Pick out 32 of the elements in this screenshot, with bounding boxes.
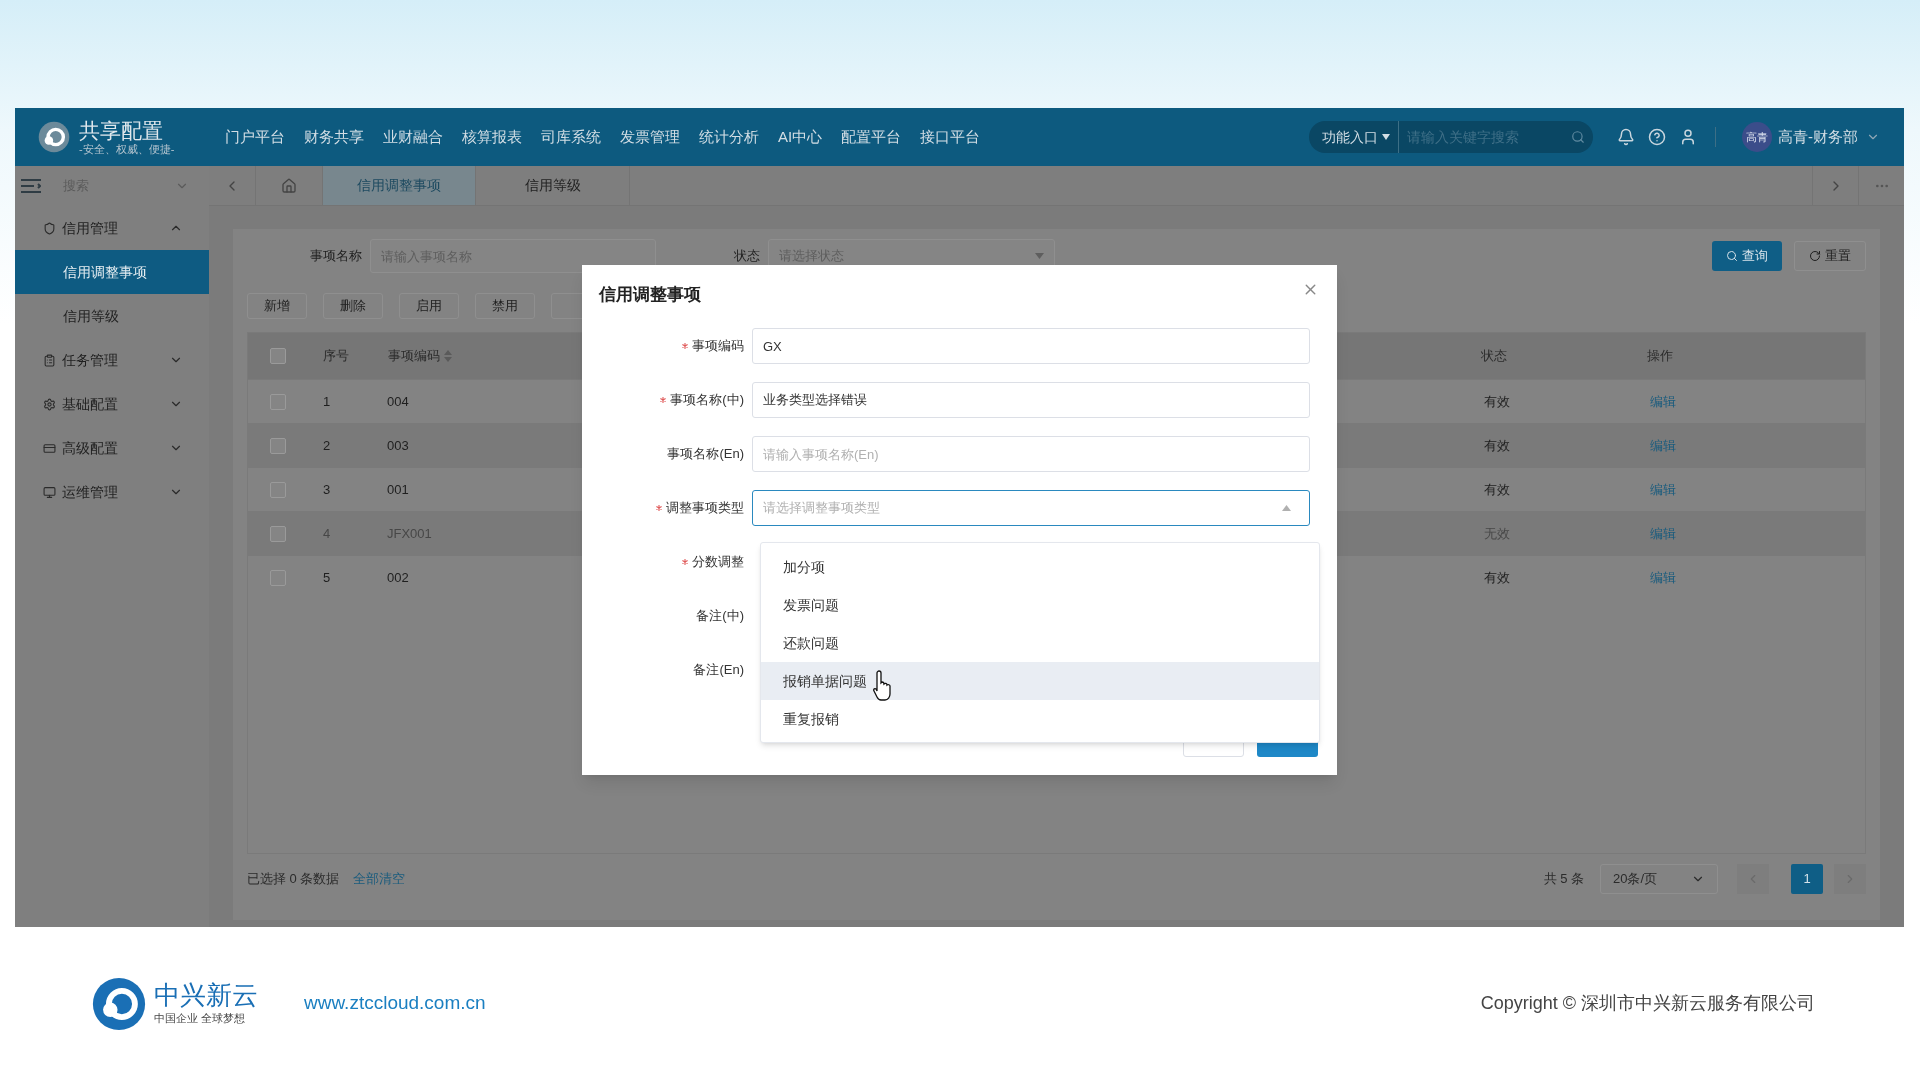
app-slogan: -安全、权威、便捷-: [79, 142, 175, 156]
table-cell: 001: [387, 481, 409, 497]
total-count: 共 5 条: [1543, 870, 1584, 889]
field-label: 事项名称(中): [670, 391, 744, 410]
table-cell-text: 有效: [1483, 392, 1511, 411]
table-cell-text: 有效: [1483, 480, 1511, 499]
app-title: 共享配置: [79, 118, 164, 143]
selection-count: 已选择 0 条数据: [247, 870, 340, 889]
column-header: 操作: [1646, 347, 1674, 366]
field-label: 备注(中): [696, 607, 744, 626]
table-cell-text: 1: [322, 392, 332, 411]
table-cell: 003: [387, 437, 409, 453]
brand-name: 中兴新云: [154, 980, 258, 1011]
field-label: 事项名称(En): [667, 445, 744, 464]
field-label: 状态: [733, 247, 761, 266]
brand-slogan: 中国企业 全球梦想: [154, 1011, 247, 1027]
field-label: 调整事项类型: [666, 499, 744, 518]
table-cell: 002: [387, 569, 409, 585]
table-cell-text: 3: [322, 480, 332, 499]
dialog-title: 信用调整事项: [599, 284, 701, 307]
table-cell-text: 有效: [1483, 436, 1511, 455]
table-cell-text: 2: [322, 436, 332, 455]
field-label: 事项编码: [692, 337, 744, 356]
column-header: 序号: [322, 347, 350, 366]
column-header: 状态: [1480, 347, 1508, 366]
field-label: 分数调整: [692, 553, 744, 572]
field-label: 事项名称: [309, 247, 363, 266]
table-cell-text: 有效: [1483, 568, 1511, 587]
table-cell: 004: [387, 393, 409, 409]
field-label: 备注(En): [693, 661, 744, 680]
table-cell-text: 5: [322, 568, 332, 587]
copyright-text: Copyright © 深圳市中兴新云服务有限公司: [1480, 992, 1815, 1015]
